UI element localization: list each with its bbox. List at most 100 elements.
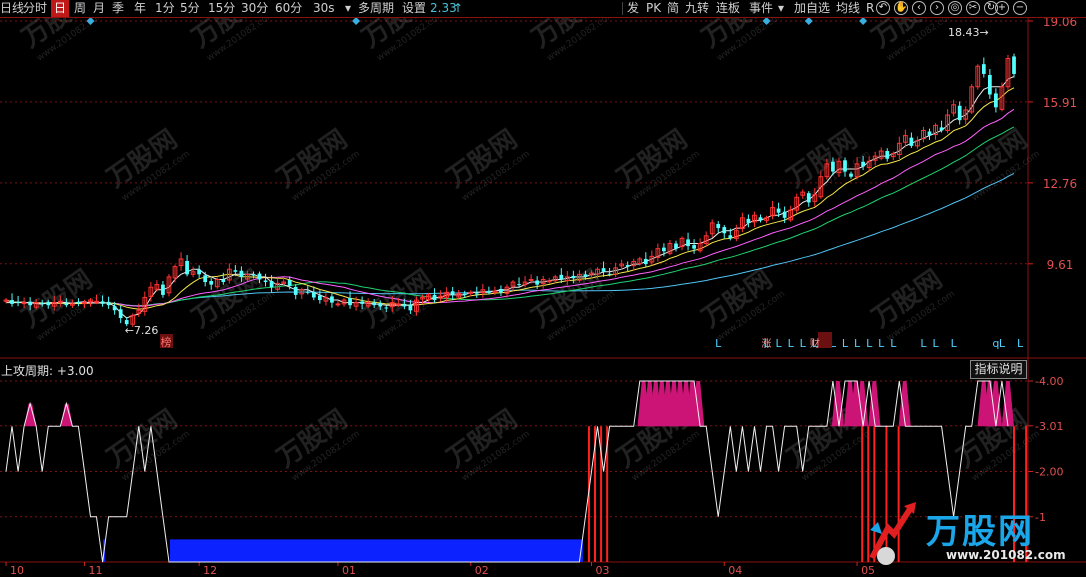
candle-down xyxy=(885,151,890,159)
candle-down xyxy=(348,297,352,306)
signal-letter: L xyxy=(1017,337,1024,350)
attack-hill xyxy=(24,403,37,427)
candle-down xyxy=(360,301,364,304)
candle-down xyxy=(269,281,274,288)
tab-1min[interactable]: 1分 xyxy=(155,0,175,17)
candle-down xyxy=(40,302,45,304)
tab-month[interactable]: 月 xyxy=(93,0,105,17)
tab-30s[interactable]: 30s xyxy=(313,0,335,17)
candle-down xyxy=(662,247,666,252)
signal-letter: L xyxy=(890,337,897,350)
candle-down xyxy=(535,280,540,285)
candle-down xyxy=(378,303,383,307)
tab-day[interactable]: 日 xyxy=(51,0,70,17)
zoom-out-icon[interactable]: − xyxy=(1013,1,1027,15)
candle-down xyxy=(861,161,865,167)
candle-down xyxy=(161,284,165,295)
pan-right-icon[interactable]: › xyxy=(930,1,944,15)
back-icon[interactable]: ↶ xyxy=(876,1,890,15)
tab-rixian[interactable]: 日线 xyxy=(0,0,24,17)
candle-up xyxy=(468,291,474,294)
candle-down xyxy=(251,274,256,276)
candle-down xyxy=(849,173,853,177)
candle-down xyxy=(64,303,69,306)
candle-down xyxy=(112,306,117,311)
candle-down xyxy=(722,227,727,234)
candle-down xyxy=(806,193,811,203)
ma10-line xyxy=(5,87,1015,310)
tab-60min[interactable]: 60分 xyxy=(275,0,302,17)
time-axis-label: 02 xyxy=(475,564,489,577)
candle-down xyxy=(46,301,51,306)
candle-down xyxy=(517,284,521,286)
tab-multi-period[interactable]: 多周期 xyxy=(358,0,394,17)
price-up-arrow: ↑ xyxy=(453,1,464,15)
hand-icon[interactable]: ✋ xyxy=(894,1,908,15)
candle-down xyxy=(118,309,123,319)
zoom-icon[interactable]: ◎ xyxy=(948,1,962,15)
candle-down xyxy=(643,258,648,265)
candle-down xyxy=(716,223,721,229)
candle-down xyxy=(239,270,244,277)
kline-chart[interactable]: 万股网www.201082.com 万股网www.201082.com 万股网www… xyxy=(0,0,1086,577)
candle-down xyxy=(758,217,763,221)
candle-down xyxy=(311,292,316,298)
event-button[interactable]: 事件 xyxy=(749,0,773,17)
candle-down xyxy=(601,268,606,272)
tab-5min[interactable]: 5分 xyxy=(180,0,200,17)
tab-year[interactable]: 年 xyxy=(134,0,146,17)
candle-down xyxy=(233,270,238,272)
watermark: 万股网www.201082.com xyxy=(442,124,532,203)
signal-letter: L xyxy=(866,337,873,350)
logo-mascot-icon xyxy=(869,502,916,565)
zero-band xyxy=(169,539,583,562)
indicator-help-button[interactable]: 指标说明 xyxy=(970,360,1027,379)
time-axis-label: 12 xyxy=(203,564,217,577)
candle-down xyxy=(317,295,322,301)
tab-15min[interactable]: 15分 xyxy=(208,0,235,17)
event-dropdown-arrow[interactable]: ▾ xyxy=(778,0,784,17)
signal-letter: L xyxy=(932,337,939,350)
time-axis-label: 11 xyxy=(88,564,102,577)
lianban-button[interactable]: 连板 xyxy=(716,0,740,17)
pan-left-icon[interactable]: ‹ xyxy=(912,1,926,15)
candle-down xyxy=(987,74,992,95)
jian-button[interactable]: 简 xyxy=(667,0,679,17)
event-diamond xyxy=(859,17,868,25)
candle-down xyxy=(402,303,407,307)
period-dropdown-arrow[interactable]: ▾ xyxy=(345,0,351,17)
candle-down xyxy=(957,105,962,121)
candle-down xyxy=(776,208,781,213)
candle-down xyxy=(16,301,20,303)
candle-down xyxy=(927,131,932,136)
r-button[interactable]: R xyxy=(866,0,874,17)
price-axis-label: 15.91 xyxy=(1043,96,1077,110)
candle-down xyxy=(330,296,334,303)
candle-down xyxy=(474,293,479,295)
jiuzhuan-button[interactable]: 九转 xyxy=(685,0,709,17)
candle-down xyxy=(1012,56,1016,74)
tab-30min[interactable]: 30分 xyxy=(241,0,268,17)
candle-down xyxy=(372,302,377,306)
tab-week[interactable]: 周 xyxy=(74,0,86,17)
tab-quarter[interactable]: 季 xyxy=(112,0,124,17)
candle-down xyxy=(10,300,14,304)
tab-fenshi[interactable]: 分时 xyxy=(23,0,47,17)
zoom-in-icon[interactable]: + xyxy=(995,1,1009,15)
signal-letter: L xyxy=(854,337,861,350)
ma-button[interactable]: 均线 xyxy=(836,0,860,17)
candle-down xyxy=(559,274,564,280)
candle-down xyxy=(28,301,33,306)
settings-button[interactable]: 设置 xyxy=(402,0,426,17)
event-diamond xyxy=(352,17,361,25)
add-watchlist-button[interactable]: 加自选 xyxy=(794,0,830,17)
candle-down xyxy=(185,260,189,275)
candle-down xyxy=(607,273,612,275)
signal-q: q xyxy=(992,337,999,350)
scissors-icon[interactable]: ✂ xyxy=(966,1,980,15)
candle-down xyxy=(221,279,226,283)
price-axis-label: 12.76 xyxy=(1043,177,1077,191)
signal-letter: L xyxy=(788,337,795,350)
fa-button[interactable]: 发 xyxy=(627,0,639,17)
pk-button[interactable]: PK xyxy=(646,0,661,17)
